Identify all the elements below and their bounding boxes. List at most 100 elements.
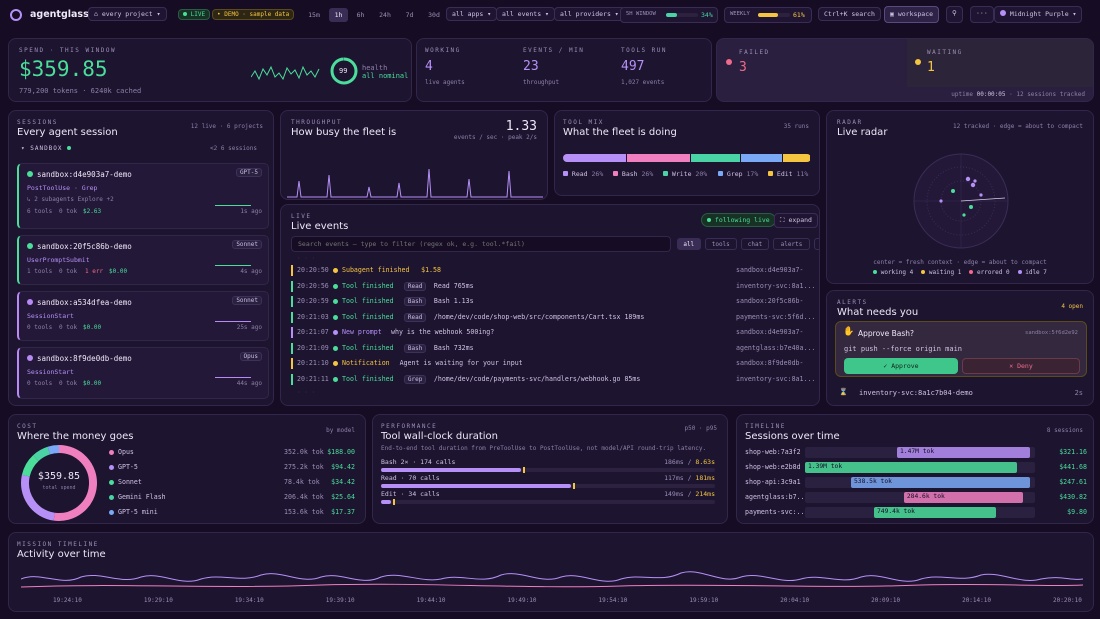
cost-donut-chart xyxy=(21,445,97,521)
workspace-icon: ▣ xyxy=(890,10,898,18)
weekly-usage: WEEKLY 61% xyxy=(724,7,812,23)
search-button[interactable]: Ctrl+K search xyxy=(818,7,881,21)
time-tick: 20:04:10 xyxy=(780,597,810,604)
time-tick: 19:24:10 xyxy=(53,597,82,604)
event-row[interactable]: 20:20:50 Subagent finished $1.58 sandbox:d4… xyxy=(281,263,819,278)
model-badge: Opus xyxy=(239,352,262,361)
timeline-row[interactable]: shop-web:7a3f2 1.47M tok $321.16 xyxy=(745,445,1087,460)
time-tick: 20:09:10 xyxy=(871,597,901,604)
pin-button[interactable]: ⚲ xyxy=(946,6,963,23)
filter-lanes[interactable]: lanes xyxy=(814,238,819,250)
approve-button[interactable]: ✓ Approve xyxy=(844,358,958,374)
event-row[interactable]: 20:21:11 Tool finished Grep/home/dev/code/… xyxy=(281,372,819,387)
time-tick: 19:59:10 xyxy=(689,597,719,604)
kpi-2: TOOLS RUN 497 1,027 events xyxy=(621,47,668,86)
filter-all[interactable]: all xyxy=(677,238,701,250)
tool-tag: Grep xyxy=(403,374,427,384)
mix-legend-item: Write 20% xyxy=(663,170,707,178)
kpi-1: EVENTS / MIN 23 throughput xyxy=(523,47,585,86)
throughput-chart xyxy=(287,168,543,198)
perf-row: Edit · 34 calls 149ms / 214ms xyxy=(381,490,719,506)
donut-slice-0 xyxy=(53,445,97,521)
time-tick: 19:34:10 xyxy=(234,597,264,604)
status-dot-icon xyxy=(27,299,33,305)
session-card[interactable]: sandbox:a534dfea-demo Sonnet SessionStart 0… xyxy=(17,291,269,341)
radar-state-errored: errored 0 xyxy=(969,269,1010,276)
next-alert[interactable]: ⌛ inventory-svc:8a1c7b04-demo 2s xyxy=(835,387,1087,401)
filter-alerts[interactable]: alerts xyxy=(773,238,810,250)
brand-name: agentglass xyxy=(30,9,89,20)
status-dot-icon xyxy=(27,355,33,361)
session-card[interactable]: sandbox:8f9de0db-demo Opus SessionStart 0 t… xyxy=(17,347,269,399)
range-15m[interactable]: 15m xyxy=(302,8,326,22)
time-tick: 20:14:10 xyxy=(962,597,991,604)
activity-spark xyxy=(215,254,251,266)
session-card[interactable]: sandbox:20f5c86b-demo Sonnet UserPromptSub… xyxy=(17,235,269,285)
range-1h[interactable]: 1h xyxy=(329,8,348,22)
activity-spark xyxy=(215,194,251,206)
model-color-icon xyxy=(109,465,114,470)
donut-slice-4 xyxy=(47,445,60,455)
timeline-row[interactable]: shop-web:e2b8d 1.39M tok $441.68 xyxy=(745,460,1087,475)
timeline-row[interactable]: shop-api:3c9a1 538.5k tok $247.61 xyxy=(745,475,1087,490)
failed-dot-icon xyxy=(726,59,732,65)
expand-button[interactable]: ⛶ expand xyxy=(774,213,818,228)
following-live-toggle[interactable]: following live xyxy=(701,213,776,227)
mix-legend-item: Grep 17% xyxy=(718,170,758,178)
more-button[interactable]: ··· xyxy=(970,6,994,23)
radar-state-idle: idle 7 xyxy=(1017,269,1047,276)
perf-row: Read · 70 calls 117ms / 181ms xyxy=(381,474,719,490)
deny-button[interactable]: ✕ Deny xyxy=(962,358,1080,374)
range-30d[interactable]: 30d xyxy=(422,8,446,22)
event-row[interactable]: 20:21:09 Tool finished Bash Bash 732ms agent… xyxy=(281,341,819,356)
theme-swatch-icon xyxy=(1000,10,1006,16)
tool-tag: Read xyxy=(403,312,427,322)
timeline-row[interactable]: agentglass:b7... 284.6k tok $430.82 xyxy=(745,490,1087,505)
model-badge: Sonnet xyxy=(232,296,262,305)
event-search-input[interactable] xyxy=(291,236,671,252)
filter-tools[interactable]: tools xyxy=(704,238,737,250)
providers-filter[interactable]: all providers ▾ xyxy=(554,7,625,21)
event-row[interactable]: 20:21:10 Notification Agent is waiting for… xyxy=(281,356,819,371)
radar-state-working: working 4 xyxy=(873,269,913,276)
timeline-row[interactable]: payments-svc:... 749.4k tok $9.80 xyxy=(745,505,1087,520)
model-badge: Sonnet xyxy=(232,240,262,249)
apps-filter[interactable]: all apps ▾ xyxy=(446,7,498,21)
radar-chart xyxy=(913,153,1009,249)
radar-card: RADAR Live radar 12 tracked · edge = abo… xyxy=(826,110,1094,284)
alerts-card: ALERTS What needs you 4 open ✋ Approve B… xyxy=(826,290,1094,406)
event-dot-icon xyxy=(333,361,338,366)
pin-icon: ⚲ xyxy=(952,9,957,17)
range-6h[interactable]: 6h xyxy=(351,8,370,22)
tool-tag: Bash xyxy=(403,343,427,353)
waiting-dot-icon xyxy=(915,59,921,65)
tool-tag: Bash xyxy=(403,297,427,306)
workspace-button[interactable]: ▣ workspace xyxy=(884,6,940,23)
status-dot-icon xyxy=(27,243,33,249)
cost-row: Sonnet 78.4k tok $34.42 xyxy=(109,475,359,490)
project-select[interactable]: ⌂ every project ▾ xyxy=(88,7,167,21)
live-events-card: LIVE Live events following live ⛶ expand… xyxy=(280,204,820,406)
live-badge: LIVE xyxy=(178,9,211,20)
logo-icon xyxy=(10,9,22,21)
event-row[interactable]: 20:20:56 Tool finished Read Read 765ms inven… xyxy=(281,279,819,294)
activity-spark xyxy=(215,310,251,322)
donut-slice-3 xyxy=(33,446,51,462)
event-row[interactable]: 20:21:07 New prompt why is the webhook 500… xyxy=(281,325,819,340)
range-7d[interactable]: 7d xyxy=(400,8,419,22)
event-dot-icon xyxy=(333,299,338,304)
session-card[interactable]: sandbox:d4e903a7-demo GPT-5 PostToolUse · … xyxy=(17,163,269,229)
time-tick: 19:49:10 xyxy=(507,597,537,604)
mix-segment-bash xyxy=(627,154,691,162)
cost-card: COST Where the money goes by model $359.… xyxy=(8,414,366,524)
theme-select[interactable]: Midnight Purple ▾ xyxy=(994,6,1083,23)
event-row[interactable]: 20:21:03 Tool finished Read/home/dev/code/… xyxy=(281,310,819,325)
sandbox-group[interactable]: ▾ SANDBOX xyxy=(21,145,72,152)
events-filter[interactable]: all events ▾ xyxy=(496,7,555,21)
event-row[interactable]: 20:20:59 Tool finished Bash Bash 1.13s sandb… xyxy=(281,294,819,309)
perf-row: Bash 2× · 174 calls 186ms / 8.63s xyxy=(381,458,719,474)
spend-amount: $359.85 xyxy=(19,57,108,81)
range-24h[interactable]: 24h xyxy=(373,8,397,22)
event-dot-icon xyxy=(333,314,338,320)
filter-chat[interactable]: chat xyxy=(741,238,769,250)
